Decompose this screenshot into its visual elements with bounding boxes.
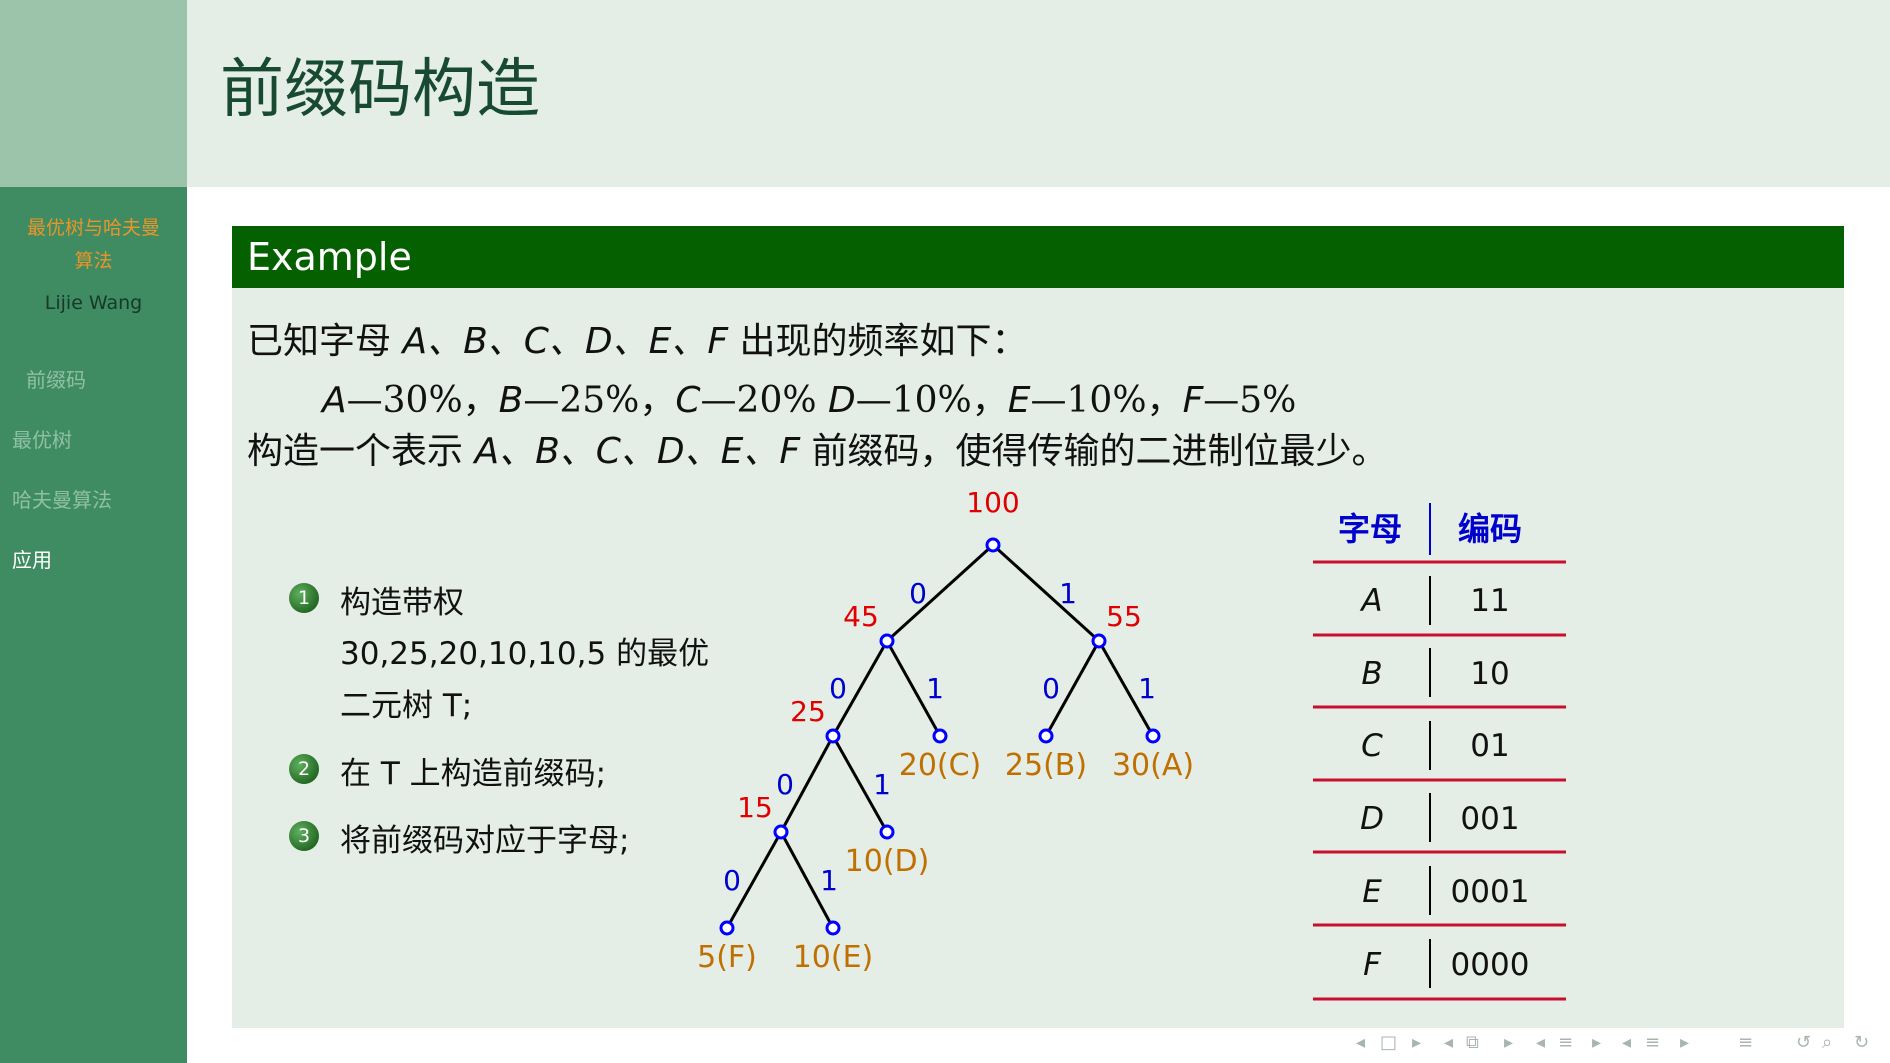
node-weight: 45 bbox=[843, 600, 879, 633]
edge-label: 0 bbox=[1042, 672, 1060, 705]
leaf-labels: 20(C) 25(B) 30(A) 10(D) 5(F) 10(E) bbox=[697, 748, 1194, 975]
edge-label: 1 bbox=[873, 768, 891, 801]
nav-toc-icon[interactable]: ≡ bbox=[1738, 1032, 1753, 1053]
table-cell-code: 11 bbox=[1470, 583, 1509, 619]
table-header-letter: 字母 bbox=[1338, 510, 1402, 548]
leaf-label: 30(A) bbox=[1112, 748, 1194, 783]
tree-node bbox=[1091, 633, 1107, 649]
table-body: A 11 B 10 C 01 D 001 E 0001 F 0000 bbox=[1359, 583, 1529, 983]
tree-node bbox=[773, 824, 789, 840]
table-cell-code: 0001 bbox=[1451, 874, 1530, 910]
huffman-tree-diagram: 100 45 55 25 15 0 1 0 1 0 1 0 1 0 1 20(C… bbox=[697, 486, 1566, 1001]
edge-label: 0 bbox=[723, 864, 741, 897]
tree-node bbox=[879, 824, 895, 840]
nav-back-icon[interactable]: ↺ bbox=[1796, 1032, 1811, 1053]
tree-node bbox=[985, 537, 1001, 553]
nav-frame-icon[interactable]: □ bbox=[1380, 1032, 1397, 1053]
edge-label: 1 bbox=[926, 672, 944, 705]
node-weight: 100 bbox=[966, 486, 1019, 519]
nav-subsection-prev-icon[interactable]: ◂ bbox=[1444, 1032, 1453, 1053]
nav-search-icon[interactable]: ⌕ bbox=[1822, 1032, 1832, 1053]
edge-label: 0 bbox=[829, 672, 847, 705]
tree-node bbox=[932, 728, 948, 744]
nav-frame-next-icon[interactable]: ▸ bbox=[1412, 1032, 1421, 1053]
edge-label: 1 bbox=[1059, 577, 1077, 610]
table-cell-letter: D bbox=[1360, 801, 1384, 837]
table-cell-letter: C bbox=[1361, 728, 1383, 764]
nav-document-next-icon[interactable]: ▸ bbox=[1680, 1032, 1689, 1053]
edge-label: 1 bbox=[820, 864, 838, 897]
table-cell-letter: B bbox=[1361, 656, 1382, 692]
tree-node bbox=[719, 920, 735, 936]
node-weight: 55 bbox=[1106, 600, 1142, 633]
nav-subsection-icon[interactable]: ⧉ bbox=[1466, 1032, 1479, 1053]
table-cell-letter: A bbox=[1359, 583, 1382, 619]
tree-node bbox=[1145, 728, 1161, 744]
node-weight: 15 bbox=[737, 791, 773, 824]
nav-subsection-next-icon[interactable]: ▸ bbox=[1504, 1032, 1513, 1053]
tree-edge bbox=[991, 543, 1101, 643]
leaf-label: 20(C) bbox=[899, 748, 982, 783]
table-rules bbox=[1313, 560, 1566, 1001]
leaf-label: 10(E) bbox=[793, 940, 874, 975]
table-header-code: 编码 bbox=[1458, 510, 1522, 548]
nav-section-prev-icon[interactable]: ◂ bbox=[1536, 1032, 1545, 1053]
edge-label: 0 bbox=[776, 768, 794, 801]
tree-node bbox=[1038, 728, 1054, 744]
nav-frame-prev-icon[interactable]: ◂ bbox=[1356, 1032, 1365, 1053]
table-cell-code: 001 bbox=[1460, 801, 1519, 837]
table-cell-code: 10 bbox=[1470, 656, 1509, 692]
tree-edge bbox=[885, 543, 995, 643]
nav-forward-icon[interactable]: ↻ bbox=[1854, 1032, 1869, 1053]
tree-node bbox=[825, 920, 841, 936]
table-cell-code: 01 bbox=[1470, 728, 1509, 764]
edge-label: 1 bbox=[1138, 672, 1156, 705]
nav-document-icon[interactable]: ≡ bbox=[1645, 1032, 1660, 1053]
tree-node bbox=[879, 633, 895, 649]
tree-node bbox=[825, 728, 841, 744]
leaf-label: 25(B) bbox=[1005, 748, 1087, 783]
table-cell-letter: F bbox=[1363, 947, 1382, 983]
leaf-label: 10(D) bbox=[845, 844, 930, 879]
nav-section-icon[interactable]: ≡ bbox=[1558, 1032, 1573, 1053]
table-cell-code: 0000 bbox=[1451, 947, 1530, 983]
edge-label: 0 bbox=[909, 577, 927, 610]
node-weight: 25 bbox=[790, 695, 826, 728]
leaf-label: 5(F) bbox=[697, 940, 757, 975]
nav-section-next-icon[interactable]: ▸ bbox=[1592, 1032, 1601, 1053]
table-cell-letter: E bbox=[1362, 874, 1382, 910]
tree-nodes bbox=[719, 537, 1161, 936]
nav-document-prev-icon[interactable]: ◂ bbox=[1622, 1032, 1631, 1053]
code-table: 字母 编码 A 11 B 10 C 01 D 001 E 0001 F 0000 bbox=[1313, 503, 1566, 1001]
